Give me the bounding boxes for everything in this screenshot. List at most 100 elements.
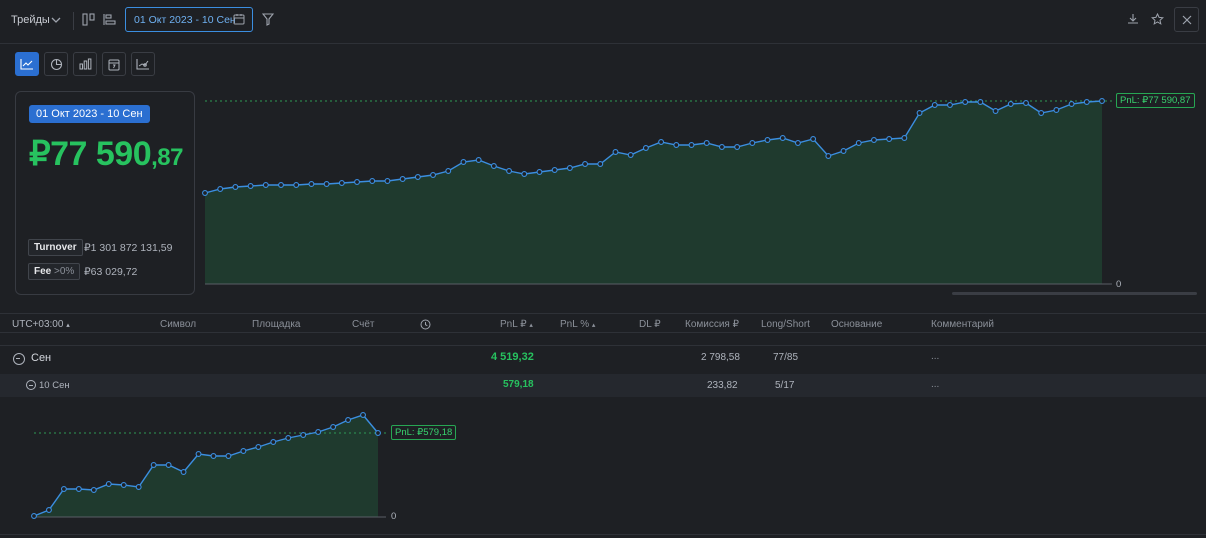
chart-point bbox=[582, 161, 589, 167]
chart-point bbox=[749, 140, 756, 146]
month-comment[interactable]: ... bbox=[931, 351, 939, 362]
chart-point bbox=[217, 186, 224, 192]
chart-point bbox=[1007, 101, 1014, 107]
chart-point bbox=[240, 448, 247, 454]
chart-point bbox=[506, 168, 513, 174]
chart-point bbox=[886, 136, 893, 142]
day-chart-area bbox=[34, 415, 378, 517]
chart-point bbox=[779, 135, 786, 141]
chart-point bbox=[551, 167, 558, 173]
month-pnl: 4 519,32 bbox=[491, 351, 534, 363]
chart-point bbox=[354, 179, 360, 185]
chart-point bbox=[165, 462, 172, 468]
chart-point bbox=[255, 444, 262, 450]
day-comment[interactable]: ... bbox=[931, 379, 939, 390]
chart-point bbox=[135, 484, 142, 490]
header-account[interactable]: Счёт bbox=[352, 319, 374, 330]
main-chart-area bbox=[205, 101, 1102, 284]
month-commission: 2 798,58 bbox=[701, 352, 740, 363]
header-commission[interactable]: Комиссия ₽ bbox=[685, 319, 739, 330]
chart-point bbox=[399, 176, 406, 182]
chart-point bbox=[658, 139, 665, 145]
chart-point bbox=[521, 171, 528, 177]
header-pnl-label: PnL ₽ bbox=[500, 319, 527, 330]
chart-point bbox=[232, 184, 239, 190]
chart-point bbox=[597, 161, 604, 167]
chart-point bbox=[947, 102, 953, 108]
chart-point bbox=[673, 142, 680, 148]
clock-icon[interactable] bbox=[419, 318, 431, 330]
chart-point bbox=[330, 424, 337, 430]
day-long-short: 5/17 bbox=[775, 380, 795, 391]
chart-point bbox=[247, 183, 254, 189]
day-commission: 233,82 bbox=[707, 380, 738, 391]
day-label: 10 Сен bbox=[39, 380, 70, 391]
header-dl[interactable]: DL ₽ bbox=[639, 319, 661, 330]
header-time[interactable]: UTC+03:00 ▴ bbox=[12, 319, 70, 330]
chart-point bbox=[293, 182, 300, 188]
header-pnl[interactable]: PnL ₽ ▴ bbox=[500, 319, 533, 330]
chart-point bbox=[414, 174, 421, 180]
chart-point bbox=[1099, 98, 1105, 104]
chart-point bbox=[60, 486, 67, 492]
chart-point bbox=[285, 435, 292, 441]
chart-point bbox=[810, 136, 817, 142]
table-row-month[interactable]: Сен 4 519,32 2 798,58 77/85 ... bbox=[0, 345, 1206, 371]
chart-point bbox=[225, 453, 232, 459]
chart-point bbox=[977, 99, 984, 105]
chart-point bbox=[703, 140, 710, 146]
chart-point bbox=[1053, 107, 1060, 113]
chart-point bbox=[300, 432, 307, 438]
chart-point bbox=[901, 135, 908, 141]
chart-point bbox=[734, 144, 741, 150]
chart-point bbox=[475, 157, 482, 163]
header-venue[interactable]: Площадка bbox=[252, 319, 300, 330]
chart-point bbox=[360, 412, 366, 418]
chart-point bbox=[962, 99, 969, 105]
collapse-month-icon[interactable] bbox=[13, 353, 25, 365]
chart-point bbox=[931, 102, 938, 108]
chart-point bbox=[916, 110, 923, 116]
chart-point bbox=[195, 451, 202, 457]
chart-point bbox=[1068, 101, 1075, 107]
chart-point bbox=[566, 165, 573, 171]
header-symbol[interactable]: Символ bbox=[160, 319, 196, 330]
chart-point bbox=[794, 140, 801, 146]
chart-point bbox=[430, 172, 437, 178]
main-pnl-label: PnL: ₽77 590,87 bbox=[1116, 93, 1195, 108]
day-pnl: 579,18 bbox=[503, 379, 534, 390]
chart-point bbox=[262, 182, 269, 188]
chart-scrollbar[interactable] bbox=[952, 292, 1197, 295]
chart-point bbox=[338, 180, 345, 186]
chart-point bbox=[642, 145, 649, 151]
header-pnl-pct-label: PnL % bbox=[560, 319, 590, 330]
chart-point bbox=[688, 142, 695, 148]
chart-point bbox=[855, 140, 862, 146]
header-basis[interactable]: Основание bbox=[831, 319, 882, 330]
table-header: UTC+03:00 ▴ Символ Площадка Счёт PnL ₽ ▴… bbox=[0, 313, 1206, 333]
chart-point bbox=[1038, 110, 1045, 116]
chart-point bbox=[369, 178, 376, 184]
collapse-day-icon[interactable] bbox=[26, 380, 36, 390]
chart-point bbox=[384, 178, 391, 184]
day-zero-label: 0 bbox=[391, 511, 397, 522]
chart-point bbox=[180, 469, 187, 475]
chart-point bbox=[718, 144, 725, 150]
table-row-day[interactable]: 10 Сен 579,18 233,82 5/17 ... bbox=[0, 374, 1206, 397]
month-label: Сен bbox=[31, 352, 52, 364]
month-long-short: 77/85 bbox=[773, 352, 799, 363]
chart-point bbox=[150, 462, 157, 468]
header-comment[interactable]: Комментарий bbox=[931, 319, 994, 330]
chart-point bbox=[75, 486, 82, 492]
chart-point bbox=[460, 159, 467, 165]
header-time-label: UTC+03:00 bbox=[12, 319, 64, 330]
chart-point bbox=[375, 430, 381, 436]
header-long-short[interactable]: Long/Short bbox=[761, 319, 810, 330]
chart-point bbox=[627, 152, 634, 158]
chart-point bbox=[345, 417, 352, 423]
chart-point bbox=[490, 163, 497, 169]
chart-point bbox=[210, 453, 217, 459]
chart-point bbox=[612, 149, 619, 155]
header-pnl-pct[interactable]: PnL % ▴ bbox=[560, 319, 595, 330]
chart-point bbox=[992, 108, 999, 114]
